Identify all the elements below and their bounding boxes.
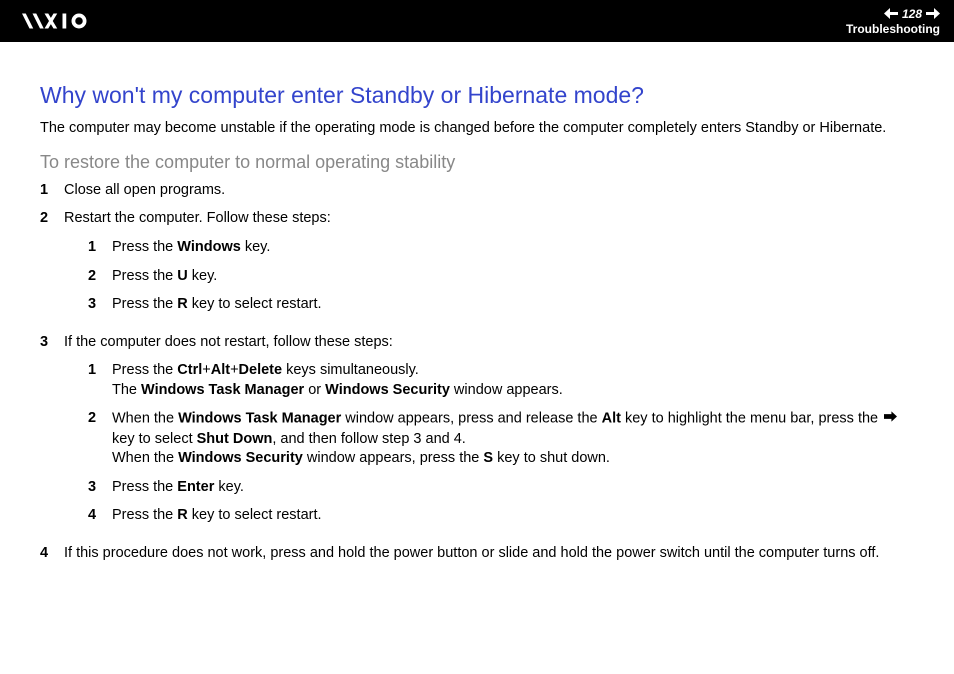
- step-text: Press the R key to select restart.: [112, 506, 916, 526]
- substeps-list: 1 Press the Windows key. 2 Press the U k…: [64, 238, 916, 315]
- step-1: 1 Close all open programs.: [40, 181, 916, 201]
- step-number: 2: [88, 267, 112, 287]
- substep: 1 Press the Windows key.: [88, 238, 916, 258]
- step-number: 4: [88, 506, 112, 526]
- page-title: Why won't my computer enter Standby or H…: [40, 82, 916, 109]
- next-page-arrow-icon[interactable]: [926, 8, 940, 19]
- step-4: 4 If this procedure does not work, press…: [40, 544, 916, 564]
- step-text: Press the Ctrl+Alt+Delete keys simultane…: [112, 361, 916, 400]
- step-text: Press the U key.: [112, 267, 916, 287]
- steps-list: 1 Close all open programs. 2 Restart the…: [40, 181, 916, 563]
- step-number: 1: [88, 361, 112, 400]
- step-number: 3: [88, 478, 112, 498]
- step-number: 2: [88, 409, 112, 468]
- substep: 3 Press the Enter key.: [88, 478, 916, 498]
- step-2: 2 Restart the computer. Follow these ste…: [40, 209, 916, 323]
- subtitle: To restore the computer to normal operat…: [40, 152, 916, 173]
- section-label: Troubleshooting: [846, 22, 940, 36]
- step-text: If this procedure does not work, press a…: [64, 544, 916, 564]
- substep: 2 Press the U key.: [88, 267, 916, 287]
- intro-text: The computer may become unstable if the …: [40, 119, 916, 138]
- text: Restart the computer. Follow these steps…: [64, 210, 331, 226]
- right-arrow-icon: [884, 409, 897, 429]
- substeps-list: 1 Press the Ctrl+Alt+Delete keys simulta…: [64, 361, 916, 526]
- step-3: 3 If the computer does not restart, foll…: [40, 333, 916, 535]
- step-text: Restart the computer. Follow these steps…: [64, 209, 916, 323]
- step-number: 3: [40, 333, 64, 535]
- substep: 3 Press the R key to select restart.: [88, 295, 916, 315]
- step-number: 1: [88, 238, 112, 258]
- page-nav: 128: [884, 7, 940, 21]
- step-number: 3: [88, 295, 112, 315]
- step-number: 2: [40, 209, 64, 323]
- substep: 2 When the Windows Task Manager window a…: [88, 409, 916, 468]
- vaio-logo: [22, 12, 112, 30]
- step-text: When the Windows Task Manager window app…: [112, 409, 916, 468]
- step-number: 1: [40, 181, 64, 201]
- text: If the computer does not restart, follow…: [64, 334, 393, 350]
- step-text: Press the Windows key.: [112, 238, 916, 258]
- step-text: If the computer does not restart, follow…: [64, 333, 916, 535]
- page-number: 128: [902, 7, 922, 21]
- step-text: Close all open programs.: [64, 181, 916, 201]
- prev-page-arrow-icon[interactable]: [884, 8, 898, 19]
- header-bar: 128 Troubleshooting: [0, 0, 954, 42]
- step-number: 4: [40, 544, 64, 564]
- step-text: Press the R key to select restart.: [112, 295, 916, 315]
- step-text: Press the Enter key.: [112, 478, 916, 498]
- content-area: Why won't my computer enter Standby or H…: [0, 42, 954, 563]
- substep: 4 Press the R key to select restart.: [88, 506, 916, 526]
- substep: 1 Press the Ctrl+Alt+Delete keys simulta…: [88, 361, 916, 400]
